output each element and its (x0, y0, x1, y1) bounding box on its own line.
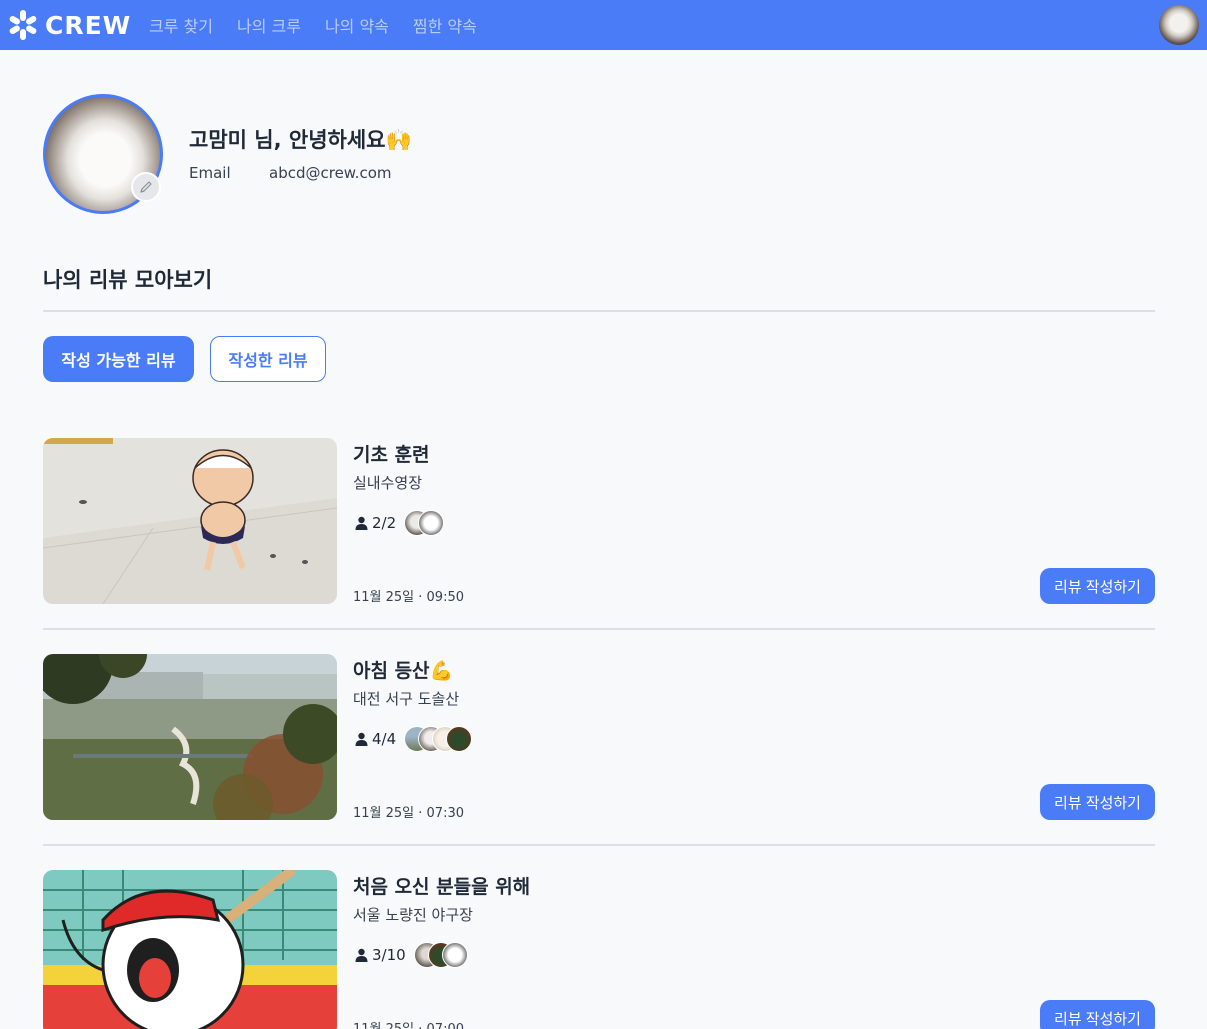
crew-logo[interactable]: CREW (7, 9, 131, 41)
card-place: 실내수영장 (353, 474, 423, 492)
tab-writable-reviews[interactable]: 작성 가능한 리뷰 (43, 336, 194, 382)
member-avatars (404, 726, 473, 752)
top-nav: CREW 크루 찾기 나의 크루 나의 약속 찜한 약속 (0, 0, 1207, 50)
review-card: 처음 오신 분들을 위해 서울 노량진 야구장 3/10 11월 25일 · 0… (43, 870, 1155, 1029)
section-divider (43, 310, 1155, 312)
card-divider (43, 628, 1155, 630)
tab-written-reviews[interactable]: 작성한 리뷰 (210, 336, 326, 382)
card-place: 서울 노량진 야구장 (353, 906, 473, 924)
card-thumbnail-baseball (43, 870, 337, 1029)
review-card: 아침 등산💪 대전 서구 도솔산 4/4 11월 25일 · 07:30 리뷰 … (43, 654, 1155, 821)
email-value: abcd@crew.com (269, 164, 392, 182)
card-date: 11월 25일 · 09:50 (353, 590, 464, 605)
participant-row: 4/4 (355, 726, 473, 752)
write-review-button[interactable]: 리뷰 작성하기 (1040, 784, 1155, 820)
card-date: 11월 25일 · 07:00 (353, 1018, 464, 1029)
nav-link-my-appointments[interactable]: 나의 약속 (325, 13, 389, 37)
card-date: 11월 25일 · 07:30 (353, 806, 464, 821)
participant-count: 3/10 (372, 946, 406, 964)
member-avatar (441, 942, 468, 968)
member-avatars (404, 510, 445, 536)
card-divider (43, 844, 1155, 846)
person-icon (355, 948, 368, 962)
person-icon (355, 516, 368, 530)
greeting-text: 고맘미 님, 안녕하세요🙌 (189, 128, 412, 152)
participant-row: 2/2 (355, 510, 445, 536)
participant-count: 4/4 (372, 730, 397, 748)
write-review-button[interactable]: 리뷰 작성하기 (1040, 568, 1155, 604)
person-icon (355, 732, 368, 746)
review-card: 기초 훈련 실내수영장 2/2 11월 25일 · 09:50 리뷰 작성하기 (43, 438, 1155, 605)
profile-avatar-container (43, 94, 163, 214)
brand-name: CREW (45, 10, 132, 40)
member-avatars (413, 942, 468, 968)
nav-links: 크루 찾기 나의 크루 나의 약속 찜한 약속 (149, 13, 477, 37)
write-review-button[interactable]: 리뷰 작성하기 (1040, 1000, 1155, 1029)
edit-avatar-button[interactable] (131, 172, 161, 202)
card-thumbnail-hiking (43, 654, 337, 820)
card-place: 대전 서구 도솔산 (353, 690, 460, 708)
crew-logo-icon (9, 10, 37, 40)
nav-link-find-crew[interactable]: 크루 찾기 (149, 13, 213, 37)
member-avatar (446, 726, 473, 752)
card-title: 기초 훈련 (353, 444, 430, 466)
member-avatar (418, 510, 445, 536)
card-title: 아침 등산💪 (353, 660, 454, 682)
user-avatar[interactable] (1159, 5, 1199, 45)
card-title: 처음 오신 분들을 위해 (353, 876, 531, 898)
email-label: Email (189, 164, 231, 182)
section-title: 나의 리뷰 모아보기 (43, 268, 213, 292)
card-thumbnail-swimming (43, 438, 337, 604)
nav-link-liked-appointments[interactable]: 찜한 약속 (413, 13, 477, 37)
participant-count: 2/2 (372, 514, 397, 532)
nav-link-my-crew[interactable]: 나의 크루 (237, 13, 301, 37)
pencil-icon (140, 181, 152, 193)
participant-row: 3/10 (355, 942, 468, 968)
